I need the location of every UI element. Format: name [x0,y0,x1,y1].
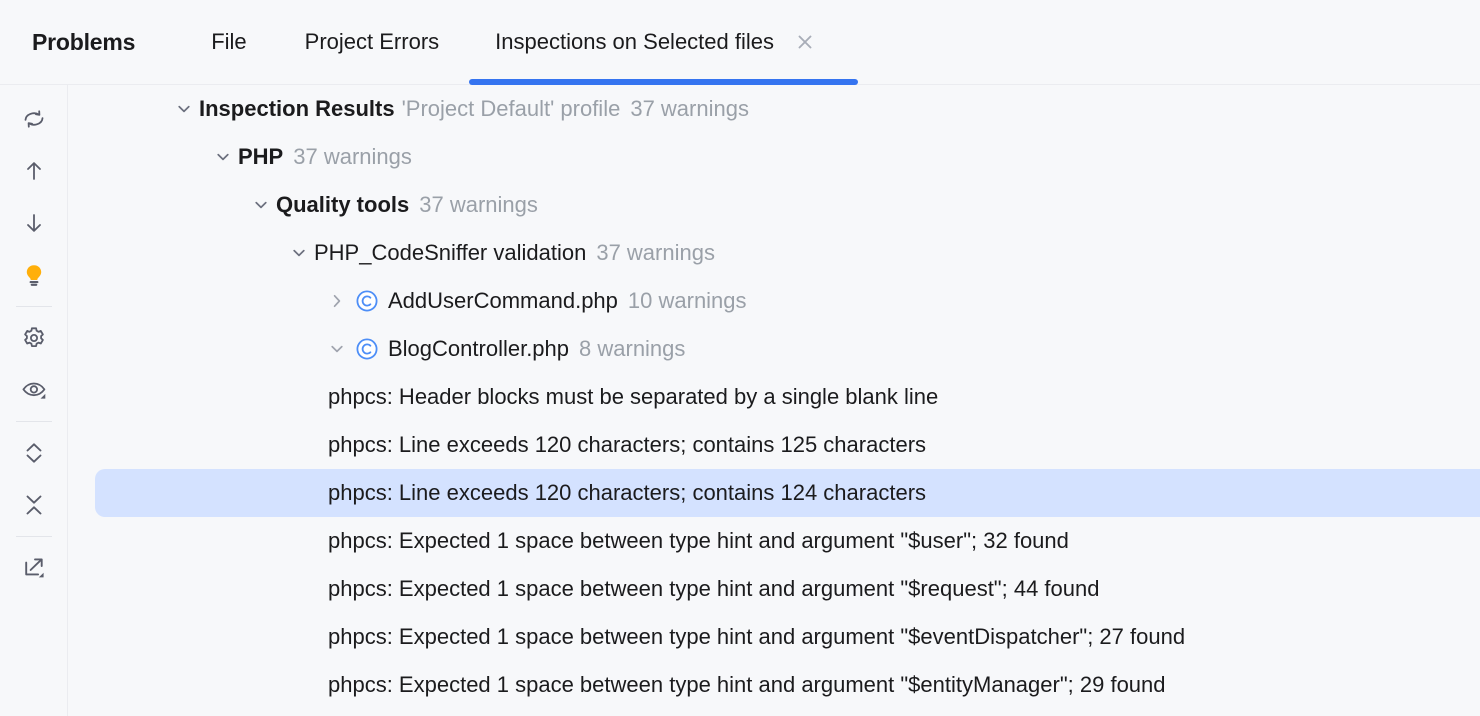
chevron-down-icon[interactable] [246,181,276,229]
toolbar-divider [15,421,52,422]
tree-row-problem[interactable]: phpcs: Header blocks must be separated b… [68,373,1480,421]
tab-project-errors-label: Project Errors [304,29,440,54]
php-class-icon [352,334,382,364]
export-dropdown-icon[interactable] [12,542,56,594]
tree-label: BlogController.php [388,336,570,361]
warning-count: 37 warnings [293,144,412,169]
previous-problem-arrow-up-icon[interactable] [12,145,56,197]
chevron-right-icon[interactable] [322,277,352,325]
inspection-results-tree[interactable]: Inspection Results 'Project Default' pro… [68,85,1480,716]
tree-row-problem[interactable]: phpcs: Expected 1 space between type hin… [68,565,1480,613]
warning-count: 8 warnings [579,336,686,361]
php-class-icon [352,286,382,316]
tree-label: PHP [238,144,284,169]
tab-file[interactable]: File [211,0,246,85]
expand-all-icon[interactable] [12,427,56,479]
chevron-down-icon[interactable] [284,229,314,277]
gear-icon[interactable] [12,312,56,364]
tree-row-problem[interactable]: phpcs: Line exceeds 120 characters; cont… [68,421,1480,469]
warning-count: 37 warnings [596,240,715,265]
panel-body: Inspection Results 'Project Default' pro… [0,85,1480,716]
next-problem-arrow-down-icon[interactable] [12,197,56,249]
close-icon[interactable] [792,29,818,55]
tree-row-inspection-results[interactable]: Inspection Results 'Project Default' pro… [68,85,1480,133]
tree-label: AddUserCommand.php [388,288,618,313]
inspection-toolbar [0,85,68,716]
tree-label: Quality tools [276,192,410,217]
tree-label: Inspection Results [199,96,395,121]
tree-row-problem-selected[interactable]: phpcs: Line exceeds 120 characters; cont… [95,469,1480,517]
problems-tool-window: Problems File Project Errors Inspections… [0,0,1480,716]
tree-row-php-codesniffer-validation[interactable]: PHP_CodeSniffer validation 37 warnings [68,229,1480,277]
chevron-down-icon[interactable] [322,325,352,373]
tree-label: PHP_CodeSniffer validation [314,240,587,265]
tab-inspections-label: Inspections on Selected files [495,29,774,54]
problem-description: phpcs: Expected 1 space between type hin… [328,672,1166,697]
tree-row-blog-controller-php[interactable]: BlogController.php 8 warnings [68,325,1480,373]
tree-row-problem[interactable]: phpcs: Expected 1 space between type hin… [68,517,1480,565]
collapse-all-icon[interactable] [12,479,56,531]
tab-project-errors[interactable]: Project Errors [305,0,439,85]
toolbar-divider [15,536,52,537]
problem-description: phpcs: Expected 1 space between type hin… [328,576,1100,601]
tab-file-label: File [211,29,247,54]
problem-description: phpcs: Expected 1 space between type hin… [328,528,1069,553]
problem-description: phpcs: Header blocks must be separated b… [328,384,939,409]
eye-dropdown-icon[interactable] [12,364,56,416]
rerun-icon[interactable] [12,93,56,145]
problem-description: phpcs: Line exceeds 120 characters; cont… [328,432,927,457]
toolbar-divider [15,306,52,307]
warning-count: 37 warnings [630,96,749,121]
tab-inspections-on-selected-files[interactable]: Inspections on Selected files [469,0,858,85]
lightbulb-icon[interactable] [12,249,56,301]
tree-row-problem[interactable]: phpcs: Expected 1 space between type hin… [68,613,1480,661]
warning-count: 10 warnings [627,288,747,313]
panel-title: Problems [32,28,136,55]
chevron-down-icon[interactable] [169,85,199,133]
problem-description: phpcs: Expected 1 space between type hin… [328,624,1186,649]
chevron-down-icon[interactable] [208,133,238,181]
active-tab-underline [469,78,858,85]
tree-row-problem[interactable]: phpcs: Expected 1 space between type hin… [68,661,1480,709]
warning-count: 37 warnings [419,192,538,217]
tree-row-quality-tools[interactable]: Quality tools 37 warnings [68,181,1480,229]
inspection-profile-name: 'Project Default' profile [401,96,621,121]
tree-row-php[interactable]: PHP 37 warnings [68,133,1480,181]
tree-row-adduser-command-php[interactable]: AddUserCommand.php 10 warnings [68,277,1480,325]
problem-description: phpcs: Line exceeds 120 characters; cont… [328,480,927,505]
tab-bar: Problems File Project Errors Inspections… [0,0,1480,85]
